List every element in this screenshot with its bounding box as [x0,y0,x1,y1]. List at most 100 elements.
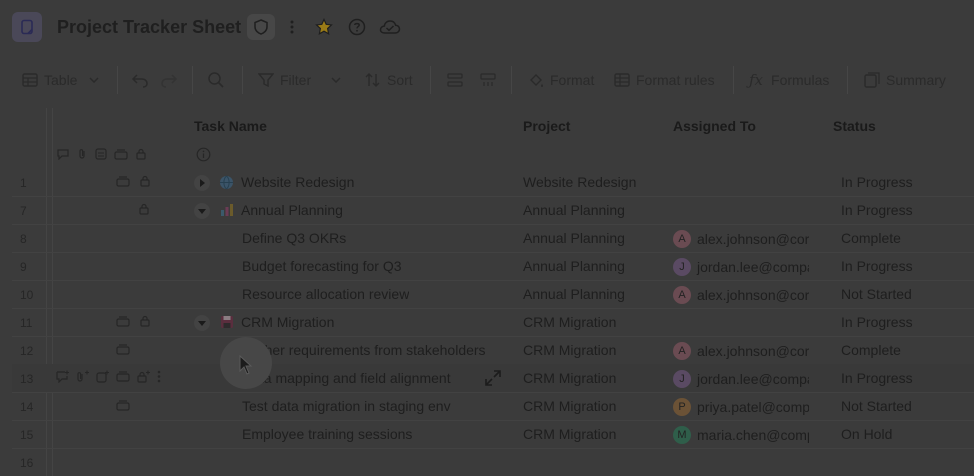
table-row[interactable]: 15 Employee training sessions CRM Migrat… [12,420,974,449]
function-icon: ƒx [749,71,764,89]
column-header-status[interactable]: Status [833,118,876,134]
expand-toggle[interactable] [194,175,210,191]
table-row[interactable]: 12 Gather requirements from stakeholders… [12,336,974,365]
attachment-add-icon[interactable] [76,370,89,383]
star-icon[interactable] [313,16,335,38]
row-height-icon[interactable] [447,70,469,90]
status-cell[interactable]: Complete [841,230,901,246]
format-rules-button[interactable]: Format rules [614,70,715,90]
lock-icon[interactable] [139,175,151,187]
status-cell[interactable]: In Progress [841,314,913,330]
rows-icon[interactable] [116,315,130,327]
attachment-icon[interactable] [76,148,88,160]
format-button[interactable]: Format [528,70,594,90]
collapse-toggle[interactable] [194,315,210,331]
table-row[interactable]: 11 CRM Migration CRM Migration In Progre… [12,308,974,337]
rows-icon[interactable] [114,148,128,160]
table-row[interactable]: 9 Budget forecasting for Q3 Annual Plann… [12,252,974,281]
project-cell[interactable]: Website Redesign [523,174,636,190]
task-name-cell[interactable]: Employee training sessions [242,426,412,442]
lock-icon[interactable] [135,148,147,160]
help-icon[interactable] [346,16,368,38]
status-cell[interactable]: In Progress [841,370,913,386]
view-selector[interactable]: Table [22,70,99,90]
table-row[interactable]: 7 Annual Planning Annual Planning In Pro… [12,196,974,225]
task-name-cell[interactable]: CRM Migration [241,314,334,330]
avatar: A [673,342,691,360]
summary-button[interactable]: Summary [864,70,946,90]
rows-icon[interactable] [116,343,130,355]
status-cell[interactable]: Not Started [841,398,912,414]
status-cell[interactable]: Complete [841,342,901,358]
row-actions [56,370,161,383]
formulas-button[interactable]: ƒx Formulas [749,70,829,90]
more-vertical-icon[interactable] [281,16,303,38]
status-cell[interactable]: In Progress [841,202,913,218]
lock-add-icon[interactable] [137,370,150,383]
assigned-cell[interactable]: Aalex.johnson@cor [673,230,809,248]
comment-icon[interactable] [57,148,69,160]
table-row[interactable]: 8 Define Q3 OKRs Annual Planning Aalex.j… [12,224,974,253]
task-name-cell[interactable]: Annual Planning [241,202,343,218]
column-header-project[interactable]: Project [523,118,570,134]
row-number: 16 [20,456,34,470]
task-name-cell[interactable]: Test data migration in staging env [242,398,451,414]
status-cell[interactable]: Not Started [841,286,912,302]
table-row[interactable]: 16 [12,448,974,476]
lock-icon[interactable] [139,315,151,327]
project-cell[interactable]: CRM Migration [523,426,616,442]
assigned-cell[interactable]: Ppriya.patel@comp [673,398,809,416]
filter-button[interactable]: Filter [258,70,341,90]
project-cell[interactable]: CRM Migration [523,314,616,330]
filter-icon [258,73,274,87]
project-cell[interactable]: CRM Migration [523,398,616,414]
project-cell[interactable]: Annual Planning [523,286,625,302]
project-cell[interactable]: Annual Planning [523,258,625,274]
project-cell[interactable]: Annual Planning [523,202,625,218]
status-cell[interactable]: In Progress [841,174,913,190]
task-name-cell[interactable]: Website Redesign [241,174,354,190]
assigned-cell[interactable]: Jjordan.lee@compa [673,258,809,276]
lock-icon[interactable] [138,203,150,215]
table-row[interactable]: 1 Website Redesign Website Redesign In P… [12,168,974,197]
rows-icon[interactable] [116,175,130,187]
status-cell[interactable]: In Progress [841,258,913,274]
sheet-grid: Task Name Project Assigned To Status 1 W… [0,108,974,476]
redo-icon[interactable] [160,70,184,90]
task-name-cell[interactable]: Gather requirements from stakeholders [242,342,486,358]
shield-icon[interactable] [247,14,275,40]
floppy-icon [221,316,233,328]
rows-icon[interactable] [116,399,130,411]
table-row[interactable]: 10 Resource allocation review Annual Pla… [12,280,974,309]
expand-row-icon[interactable] [483,368,503,388]
info-icon[interactable] [196,147,211,162]
collapse-toggle[interactable] [194,203,210,219]
more-vertical-icon[interactable] [157,370,161,383]
project-cell[interactable]: Annual Planning [523,230,625,246]
row-number: 13 [20,372,34,386]
undo-icon[interactable] [131,70,155,90]
task-name-cell[interactable]: Budget forecasting for Q3 [242,258,402,274]
cloud-check-icon[interactable] [379,16,401,38]
table-row[interactable]: 14 Test data migration in staging env CR… [12,392,974,421]
task-name-cell[interactable]: Resource allocation review [242,286,409,302]
assigned-cell[interactable]: Aalex.johnson@cor [673,342,809,360]
doc-icon[interactable] [12,12,42,42]
status-cell[interactable]: On Hold [841,426,892,442]
form-add-icon[interactable] [96,370,109,383]
assigned-cell[interactable]: Aalex.johnson@cor [673,286,809,304]
task-name-cell[interactable]: Data mapping and field alignment [242,370,451,386]
column-settings-icon[interactable] [480,70,502,90]
column-header-task[interactable]: Task Name [194,118,267,134]
comment-add-icon[interactable] [56,370,69,383]
project-cell[interactable]: CRM Migration [523,370,616,386]
search-icon[interactable] [207,70,231,90]
assigned-cell[interactable]: Mmaria.chen@comp [673,426,809,444]
project-cell[interactable]: CRM Migration [523,342,616,358]
assigned-cell[interactable]: Jjordan.lee@compa [673,370,809,388]
column-header-assigned[interactable]: Assigned To [673,118,756,134]
rows-icon[interactable] [116,370,130,382]
form-icon[interactable] [95,148,107,160]
task-name-cell[interactable]: Define Q3 OKRs [242,230,346,246]
sort-button[interactable]: Sort [365,70,413,90]
